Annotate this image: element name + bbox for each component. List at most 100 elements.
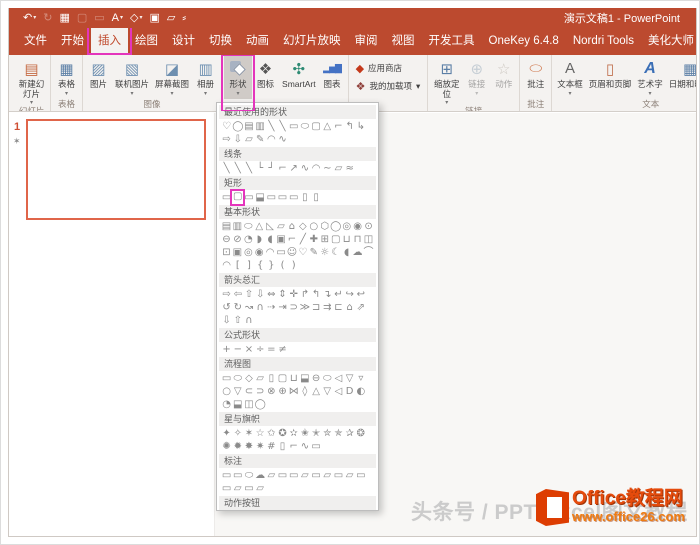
- shape-icon[interactable]: ⇥: [277, 301, 288, 314]
- shape-icon[interactable]: ▭: [288, 191, 299, 204]
- shape-icon[interactable]: ⌂: [286, 220, 297, 233]
- shape-icon[interactable]: ⬭: [322, 372, 333, 385]
- shape-icon[interactable]: ▥: [255, 120, 266, 133]
- shape-icon[interactable]: ⊖: [311, 372, 322, 385]
- shape-icon[interactable]: ↗: [288, 162, 299, 175]
- shape-icon[interactable]: ◔: [221, 398, 232, 411]
- tab-insert[interactable]: 插入: [87, 28, 132, 55]
- shape-icon[interactable]: ◐: [355, 385, 366, 398]
- shape-icon[interactable]: ▯: [311, 191, 322, 204]
- shape-icon[interactable]: ⇩: [232, 133, 243, 146]
- shape-icon[interactable]: ✶: [243, 427, 254, 440]
- shape-icon[interactable]: ◺: [265, 220, 276, 233]
- shape-icon[interactable]: ▱: [299, 469, 310, 482]
- shape-icon[interactable]: ▱: [276, 220, 287, 233]
- tab-design[interactable]: 设计: [165, 28, 202, 55]
- undo-icon[interactable]: ↶ ▾: [23, 9, 36, 27]
- shape-icon[interactable]: ○: [221, 385, 232, 398]
- shape-icon[interactable]: ↪: [344, 288, 355, 301]
- shape-icon[interactable]: ▭: [221, 482, 232, 495]
- icons-button[interactable]: ❖ 图标: [252, 56, 279, 99]
- shape-icon[interactable]: }: [266, 259, 277, 272]
- shape-icon[interactable]: ▯: [277, 440, 288, 453]
- shape-icon[interactable]: ▣: [232, 246, 243, 259]
- shape-icon[interactable]: ⊡: [221, 246, 232, 259]
- shape-icon[interactable]: △: [254, 220, 265, 233]
- shape-icon[interactable]: ⊂: [243, 385, 254, 398]
- shape-icon[interactable]: ◠: [311, 162, 322, 175]
- shape-icon[interactable]: ☆: [255, 427, 266, 440]
- highlighted-shape-icon[interactable]: ▢: [230, 189, 246, 206]
- shape-icon[interactable]: ◇: [297, 220, 308, 233]
- shape-icon[interactable]: ↴: [322, 288, 333, 301]
- shape-icon[interactable]: {: [255, 259, 266, 272]
- tab-view[interactable]: 视图: [385, 28, 422, 55]
- shape-icon[interactable]: ⊘: [232, 233, 243, 246]
- album-button[interactable]: ▥ 相册 ▾: [192, 56, 219, 99]
- redo-icon[interactable]: ↻: [43, 9, 52, 27]
- shape-icon[interactable]: ✩: [266, 427, 277, 440]
- shape-icon[interactable]: ▯: [299, 191, 310, 204]
- shape-icon[interactable]: ▭: [311, 440, 322, 453]
- tab-beautify-master[interactable]: 美化大师: [641, 28, 696, 55]
- shape-icon[interactable]: ▽: [344, 372, 355, 385]
- shape-icon[interactable]: ▭: [277, 191, 288, 204]
- shape-icon[interactable]: ⇢: [266, 301, 277, 314]
- picture-button[interactable]: ▨ 图片: [85, 56, 112, 99]
- shape-icon[interactable]: ▢: [330, 233, 341, 246]
- shape-icon[interactable]: ✸: [243, 440, 254, 453]
- tab-review[interactable]: 审阅: [348, 28, 385, 55]
- shape-icon[interactable]: ⊃: [255, 385, 266, 398]
- shape-icon[interactable]: ▭: [221, 372, 232, 385]
- datetime-button[interactable]: ▦日期和时间: [666, 56, 696, 99]
- shape-icon[interactable]: +: [221, 343, 232, 356]
- shape-icon[interactable]: ◯: [330, 220, 341, 233]
- shape-icon[interactable]: ✎: [308, 246, 319, 259]
- header-footer-button[interactable]: ▯ 页眉和页脚: [586, 56, 635, 99]
- shape-icon[interactable]: ⇩: [221, 314, 232, 327]
- save-icon[interactable]: ▣: [150, 9, 160, 27]
- shape-icon[interactable]: ◖: [265, 233, 276, 246]
- shape-icon[interactable]: ↩: [355, 288, 366, 301]
- tab-nordri-tools[interactable]: Nordri Tools: [566, 28, 641, 55]
- shape-icon[interactable]: ÷: [255, 343, 266, 356]
- shape-icon[interactable]: ⊏: [333, 301, 344, 314]
- shape-icon[interactable]: ▭: [277, 469, 288, 482]
- shape-icon[interactable]: ▤: [221, 220, 232, 233]
- shape-icon[interactable]: ∿: [299, 162, 310, 175]
- shape-icon[interactable]: ◯: [232, 120, 243, 133]
- shape-icon[interactable]: ∩: [255, 301, 266, 314]
- shape-icon[interactable]: ▱: [232, 482, 243, 495]
- shape-icon[interactable]: =: [266, 343, 277, 356]
- comment-button[interactable]: ⬭ 批注: [522, 56, 549, 99]
- tab-transitions[interactable]: 切换: [202, 28, 239, 55]
- shape-icon[interactable]: ▽: [322, 385, 333, 398]
- shape-icon[interactable]: ▢: [311, 120, 322, 133]
- shape-icon[interactable]: ▽: [232, 385, 243, 398]
- shapes-button[interactable]: 形状 ▾: [221, 55, 256, 111]
- shape-icon[interactable]: ▭: [243, 191, 254, 204]
- shape-icon[interactable]: ▢: [277, 372, 288, 385]
- shape-icon[interactable]: ▭: [276, 246, 287, 259]
- shape-icon[interactable]: ◎: [341, 220, 352, 233]
- shape-icon[interactable]: ▭: [355, 469, 366, 482]
- ghost-tool-icon-1[interactable]: ▢: [77, 9, 87, 27]
- shape-icon[interactable]: ▱: [322, 469, 333, 482]
- shape-icon[interactable]: ⬓: [255, 191, 266, 204]
- shape-icon[interactable]: ▱: [344, 469, 355, 482]
- shape-icon[interactable]: ✬: [299, 427, 310, 440]
- shape-icon[interactable]: ◊: [299, 385, 310, 398]
- shape-icon[interactable]: ⬓: [232, 398, 243, 411]
- shape-icon[interactable]: ⊓: [352, 233, 363, 246]
- tab-slideshow[interactable]: 幻灯片放映: [276, 28, 348, 55]
- shape-icon[interactable]: ╲: [243, 162, 254, 175]
- shape-icon[interactable]: ☾: [330, 246, 341, 259]
- shape-icon[interactable]: ◯: [255, 398, 266, 411]
- shape-icon[interactable]: ╲: [277, 120, 288, 133]
- draw-table-icon[interactable]: ▦: [59, 9, 69, 27]
- shape-icon[interactable]: ∿: [277, 133, 288, 146]
- shape-icon[interactable]: ×: [243, 343, 254, 356]
- shape-icon[interactable]: ∩: [243, 314, 254, 327]
- tab-animations[interactable]: 动画: [239, 28, 276, 55]
- shape-icon[interactable]: ◉: [352, 220, 363, 233]
